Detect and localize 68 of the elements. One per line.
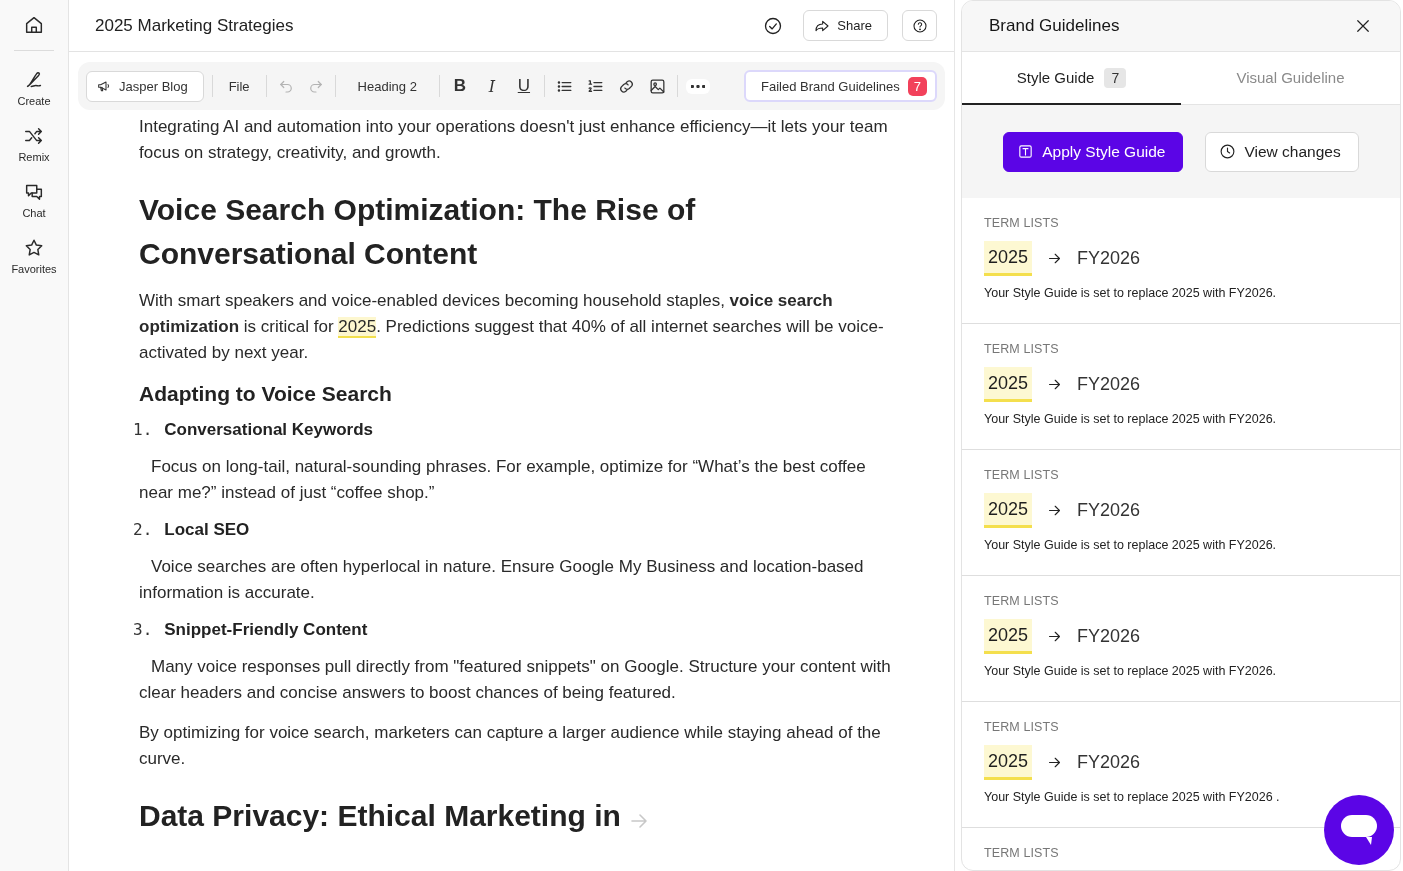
section-label: TERM LISTS (984, 720, 1060, 734)
replacement-term: FY2026 (1077, 626, 1141, 647)
replacement-term: FY2026 (1077, 752, 1141, 773)
section-label: TERM LISTS (984, 216, 1060, 230)
clock-icon (1219, 143, 1237, 160)
more-button[interactable] (685, 78, 710, 94)
section-label: TERM LISTS (984, 594, 1060, 608)
list-number: 2. (133, 520, 153, 539)
replacement-term: FY2026 (1077, 248, 1141, 269)
term: 2025 (984, 619, 1033, 654)
help-icon (911, 17, 928, 34)
paragraph: Focus on long-tail, natural-sounding phrases. For example, optimize for “What’s the best coffee near me?” instead of just “coffee shop.” (139, 456, 867, 504)
term: 2025 (984, 493, 1033, 528)
paragraph: Integrating AI and automation into your operations doesn't just enhance efficiency—it lets your team focus on strategy, creativity, and growth. (139, 116, 889, 164)
view-changes-button[interactable]: View changes (1205, 131, 1359, 172)
subheading: Adapting to Voice Search (139, 382, 393, 406)
replacement-term: FY2026 (1077, 374, 1141, 395)
rule-description: Your Style Guide is set to replace 2025 with FY2026 . (984, 790, 1281, 804)
help-button[interactable] (902, 10, 937, 41)
text-box-icon (1017, 143, 1035, 160)
term: 2025 (984, 241, 1033, 276)
rule-description: Your Style Guide is set to replace 2025 with FY2026. (984, 286, 1278, 300)
list-number: 1. (133, 420, 153, 439)
panel-title: Brand Guidelines (989, 16, 1120, 36)
list-item-title: Snippet-Friendly Content (164, 620, 368, 640)
apply-style-guide-button[interactable]: Apply Style Guide (1003, 131, 1184, 172)
tab[interactable]: Visual Guideline (1181, 52, 1400, 105)
close-icon (1354, 17, 1372, 35)
share-button[interactable]: Share (803, 10, 888, 41)
sidebar-item[interactable]: Favorites (11, 237, 57, 275)
sidebar-item[interactable]: Chat (22, 181, 46, 219)
paragraph: With smart speakers and voice-enabled devices becoming household staples, voice search optimization is critical for 2025. Predictions suggest that 40% of all internet searches will be voice-activated by next year. (139, 290, 885, 364)
more-icon (690, 84, 705, 88)
term: 2025 (984, 745, 1033, 780)
rule-description: Your Style Guide is set to replace 2025 with FY2026. (984, 538, 1278, 552)
bold-button[interactable]: B (447, 76, 472, 96)
count-badge: 7 (907, 76, 927, 96)
paragraph: By optimizing for voice search, marketers can capture a larger audience while staying ahead of the curve. (139, 722, 882, 770)
list-item-title: Conversational Keywords (164, 420, 374, 440)
close-button[interactable] (1354, 17, 1372, 35)
replacement-term: FY2026 (1077, 500, 1141, 521)
shuffle-icon (23, 125, 45, 147)
star-icon (23, 237, 45, 259)
check-circle-icon (763, 15, 784, 36)
italic-button[interactable]: I (479, 76, 504, 96)
template-button[interactable]: Jasper Blog (86, 70, 204, 102)
section-heading: Voice Search Optimization: The Rise of Conversational Content (139, 192, 697, 272)
rule-description: Your Style Guide is set to replace 2025 with FY2026. (984, 412, 1278, 426)
section-label: TERM LISTS (984, 342, 1060, 356)
list-item-title: Local SEO (164, 520, 250, 540)
sidebar-item[interactable]: Remix (18, 125, 50, 163)
failed-guidelines-button[interactable]: Failed Brand Guidelines 7 (744, 70, 937, 102)
rule-description: Your Style Guide is set to replace 2025 with FY2026. (984, 664, 1278, 678)
section-label: TERM LISTS (984, 468, 1060, 482)
block-style-dropdown[interactable]: Heading 2 (343, 78, 431, 94)
home-icon (23, 14, 45, 36)
term: 2025 (984, 367, 1033, 402)
count-badge: 7 (1104, 67, 1127, 88)
sidebar-item[interactable]: Create (17, 69, 51, 107)
paragraph: Many voice responses pull directly from "featured snippets" on Google. Structure your content with clear headers and concise answers to boost chances of being featured. (139, 656, 892, 704)
section-label: TERM LISTS (984, 846, 1060, 860)
section-heading: Data Privacy: Ethical Marketing in (139, 798, 621, 834)
list-number: 3. (133, 620, 153, 639)
underline-button[interactable]: U (511, 76, 536, 96)
file-menu[interactable]: File (220, 78, 258, 94)
paragraph: Voice searches are often hyperlocal in nature. Ensure Google My Business and location-based information is accurate. (139, 556, 865, 604)
chat-bubble-icon (1340, 813, 1378, 847)
document-title: 2025 Marketing Strategies (95, 15, 294, 36)
